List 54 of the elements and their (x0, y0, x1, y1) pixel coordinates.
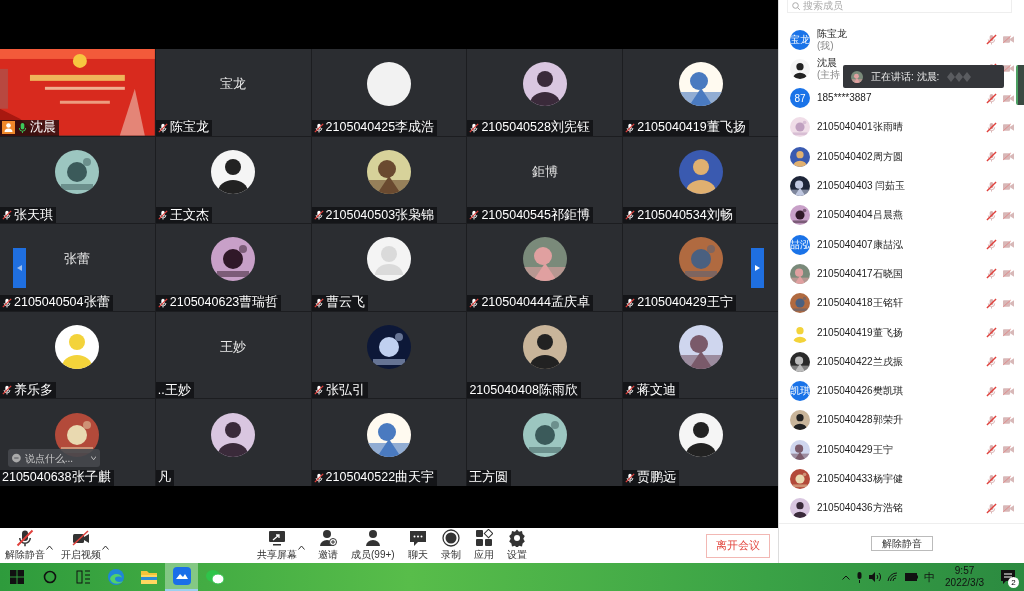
member-name: 2105040407康喆泓 (817, 238, 903, 251)
member-name: 2105040402周方圆 (817, 150, 903, 163)
participant-name: 沈晨 (30, 119, 56, 136)
participant-name: 2105040528刘宪钰 (481, 119, 590, 136)
member-name: 2105040433杨宇健 (817, 473, 903, 486)
participant-name: 王文杰 (169, 206, 209, 224)
member-name: 2105040436方浩铭 (817, 502, 903, 515)
member-note: (我) (817, 39, 834, 52)
participant-name: 2105040522曲天宇 (325, 469, 435, 486)
member-name: 2105040403 闫茹玉 (817, 180, 906, 193)
member-name: 2105040417石晓国 (817, 267, 903, 280)
participant-name: 2105040534刘畅 (637, 206, 733, 224)
member-name: 2105040428郭荣升 (817, 414, 903, 427)
participant-name: 2105040504张蕾 (14, 294, 110, 311)
participant-display-name: 张蕾 (64, 250, 91, 269)
participant-name: 2105040419董飞扬 (637, 119, 746, 136)
participant-name: ..王妙 (157, 381, 191, 399)
participant-name: 张弘引 (325, 381, 365, 399)
member-name: 2105040429王宁 (817, 443, 893, 456)
participant-display-name: 鉅博 (531, 162, 558, 181)
participant-name: 2105040638张子麒 (2, 469, 111, 486)
participant-display-name: 宝龙 (220, 75, 247, 94)
participant-name: 2105040429王宁 (637, 294, 733, 311)
participant-name: 蒋文迪 (637, 381, 677, 399)
member-name: 陈宝龙 (817, 27, 847, 40)
participant-name: 2105040545祁鉅博 (481, 206, 590, 224)
participant-name: 养乐多 (14, 381, 53, 399)
participant-name: 2105040503张枭锦 (325, 206, 435, 224)
participant-name: 2105040408陈雨欣 (469, 381, 578, 399)
member-name: 2105040422兰戌振 (817, 355, 903, 368)
member-name: 2105040401张雨晴 (817, 121, 903, 134)
member-name: 沈晨 (817, 56, 837, 69)
member-name: 2105040419董飞扬 (817, 326, 903, 339)
participant-name: 王方圆 (469, 469, 509, 486)
participant-name: 贾鹏远 (637, 469, 677, 486)
avatar-initials: 喆泓 (790, 234, 810, 255)
participant-name: 张天琪 (14, 206, 53, 224)
member-name: 2105040426樊凯琪 (817, 385, 903, 398)
avatar-initials: 凯琪 (790, 381, 810, 402)
member-name: 2105040404吕晨燕 (817, 209, 903, 222)
participant-display-name: 王妙 (220, 338, 247, 357)
avatar-initials: 87 (790, 88, 810, 109)
participant-name: 曹云飞 (325, 294, 365, 311)
member-name: 2105040418王铭轩 (817, 297, 903, 310)
participant-name: 2105040425李成浩 (325, 119, 435, 136)
speaking-text: 正在讲话: 沈晨: (871, 69, 940, 84)
member-name: 185****3887 (817, 92, 872, 105)
participant-name: 2105040623曹瑞哲 (169, 294, 279, 311)
notification-count: 2 (1008, 577, 1019, 588)
member-note: (主持 (817, 68, 841, 81)
participant-name: 凡 (157, 469, 171, 486)
avatar-initials: 宝龙 (790, 29, 810, 50)
participant-name: 陈宝龙 (169, 119, 209, 136)
participant-name: 2105040444孟庆卓 (481, 294, 590, 311)
